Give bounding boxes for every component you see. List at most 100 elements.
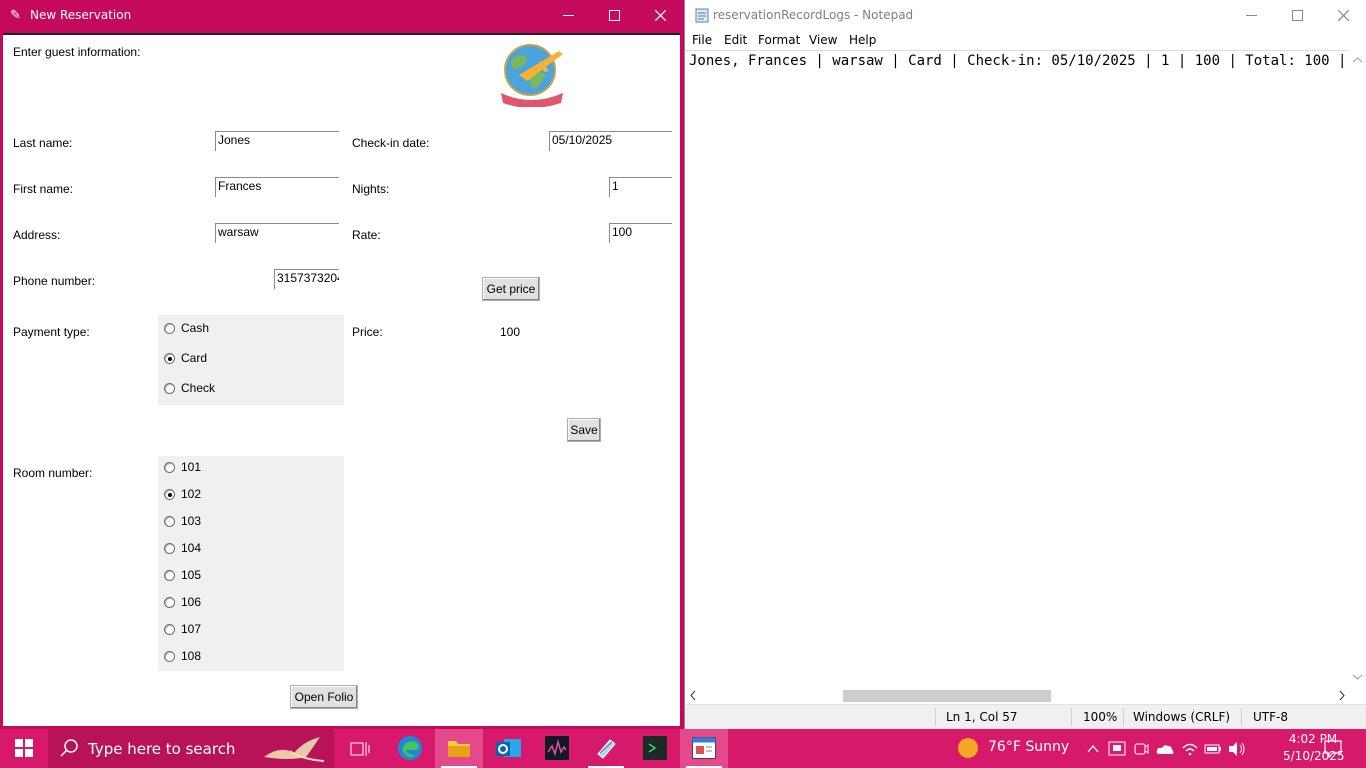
notepad-minimize-button[interactable] (1228, 0, 1274, 31)
horizontal-scroll-thumb[interactable] (843, 690, 1051, 702)
volume-icon[interactable] (1228, 741, 1246, 757)
wifi-icon[interactable] (1182, 742, 1198, 756)
reservation-window: ✎ New Reservation Enter guest informatio… (0, 0, 684, 729)
radio-indicator[interactable] (164, 570, 175, 581)
notepad-maximize-button[interactable] (1274, 0, 1320, 31)
room-number-label: Room number: (13, 466, 93, 480)
folder-icon (448, 741, 470, 757)
menu-file[interactable]: File (692, 33, 712, 47)
media-app[interactable] (533, 729, 581, 768)
horizontal-scrollbar[interactable] (685, 687, 1350, 704)
file-explorer-app[interactable] (435, 729, 483, 768)
rate-field[interactable]: 100 (609, 223, 672, 243)
address-field[interactable]: warsaw (215, 223, 339, 243)
start-button[interactable] (0, 729, 48, 768)
vertical-scrollbar[interactable] (1349, 50, 1366, 687)
rate-label: Rate: (352, 228, 381, 242)
menu-edit[interactable]: Edit (724, 33, 747, 47)
checkin-date-label: Check-in date: (352, 136, 430, 150)
reservation-titlebar[interactable]: ✎ New Reservation (0, 0, 684, 31)
outlook-app[interactable] (485, 729, 533, 768)
task-view-button[interactable] (336, 729, 384, 768)
radio-indicator[interactable] (164, 323, 175, 334)
taskbar: Type here to search 76°F Sunny 4:02 PM 5… (0, 729, 1366, 768)
task-view-icon (350, 742, 370, 756)
terminal-app[interactable] (631, 729, 679, 768)
notepad-content: Jones, Frances | warsaw | Card | Check-i… (689, 53, 1366, 69)
address-label: Address: (13, 228, 61, 242)
minimize-button[interactable] (545, 0, 591, 31)
radio-indicator[interactable] (164, 353, 175, 364)
window-app-icon (692, 737, 716, 759)
reservation-form: Enter guest information: Last name: Jone… (3, 33, 680, 726)
notepad-icon (695, 8, 709, 23)
room-number-group: 101 102 103 104 105 106 107 108 (158, 456, 344, 671)
chevron-up-icon[interactable] (1087, 744, 1099, 754)
room-radio-label: 107 (181, 622, 202, 636)
notepad-close-button[interactable] (1320, 0, 1366, 31)
edge-icon (398, 736, 422, 760)
waveform-app-icon (545, 736, 569, 760)
room-radio-label: 104 (181, 541, 202, 555)
minimize-icon (1246, 15, 1257, 16)
search-icon (60, 739, 78, 757)
checkin-date-field[interactable]: 05/10/2025 (549, 131, 672, 151)
nights-label: Nights: (352, 182, 390, 196)
screen-capture-icon[interactable] (1108, 741, 1126, 757)
last-name-label: Last name: (13, 136, 73, 150)
phone-field[interactable]: 3157373204 (274, 269, 339, 289)
radio-indicator[interactable] (164, 543, 175, 554)
notepad-statusbar: Ln 1, Col 57 100% Windows (CRLF) UTF-8 (685, 704, 1366, 729)
radio-indicator[interactable] (164, 383, 175, 394)
radio-indicator[interactable] (164, 624, 175, 635)
first-name-label: First name: (13, 182, 74, 196)
payment-radio-label: Check (181, 381, 216, 395)
notepad-taskbar-app[interactable] (582, 729, 630, 768)
radio-indicator[interactable] (164, 462, 175, 473)
birds-search-highlight-icon (264, 737, 325, 762)
room-radio-label: 101 (181, 460, 202, 474)
meet-now-icon[interactable] (1133, 741, 1149, 757)
payment-radio-label: Card (181, 351, 208, 365)
notepad-titlebar[interactable]: reservationRecordLogs - Notepad (685, 0, 1366, 31)
menu-format[interactable]: Format (758, 33, 800, 47)
taskbar-search-box[interactable]: Type here to search (48, 729, 334, 768)
close-icon (655, 10, 666, 21)
notepad-app-icon (597, 739, 616, 759)
maximize-button[interactable] (591, 0, 637, 31)
close-icon (1338, 10, 1349, 21)
radio-indicator[interactable] (164, 516, 175, 527)
notepad-menubar: File Edit Format View Help (685, 31, 1366, 50)
battery-icon[interactable] (1204, 743, 1222, 755)
weather-text[interactable]: 76°F Sunny (988, 739, 1069, 755)
reservation-app[interactable] (680, 729, 728, 768)
onedrive-cloud-icon[interactable] (1156, 743, 1174, 755)
notepad-text-area[interactable]: Jones, Frances | warsaw | Card | Check-i… (685, 50, 1366, 687)
payment-type-label: Payment type: (13, 325, 90, 339)
phone-label: Phone number: (13, 274, 96, 288)
terminal-app-icon (643, 736, 667, 760)
nights-field[interactable]: 1 (609, 177, 672, 197)
open-folio-button[interactable]: Open Folio (290, 685, 358, 709)
save-button[interactable]: Save (567, 418, 601, 442)
menu-help[interactable]: Help (849, 33, 876, 47)
room-radio-label: 106 (181, 595, 202, 609)
feather-icon: ✎ (10, 7, 21, 22)
payment-radio-label: Cash (181, 321, 210, 335)
radio-indicator[interactable] (164, 489, 175, 500)
get-price-button[interactable]: Get price (482, 277, 540, 301)
edge-browser-app[interactable] (386, 729, 434, 768)
room-radio-label: 105 (181, 568, 202, 582)
notification-icon[interactable] (1324, 740, 1342, 758)
last-name-field[interactable]: Jones (215, 131, 339, 151)
room-radio-label: 108 (181, 649, 202, 663)
menu-view[interactable]: View (809, 33, 837, 47)
line-endings: Windows (CRLF) (1133, 710, 1231, 724)
scroll-up-icon (1352, 57, 1363, 63)
radio-indicator[interactable] (164, 597, 175, 608)
close-button[interactable] (637, 0, 683, 31)
scroll-down-icon (1352, 674, 1363, 680)
radio-indicator[interactable] (164, 651, 175, 662)
scroll-right-icon (1339, 690, 1345, 701)
first-name-field[interactable]: Frances (215, 177, 339, 197)
